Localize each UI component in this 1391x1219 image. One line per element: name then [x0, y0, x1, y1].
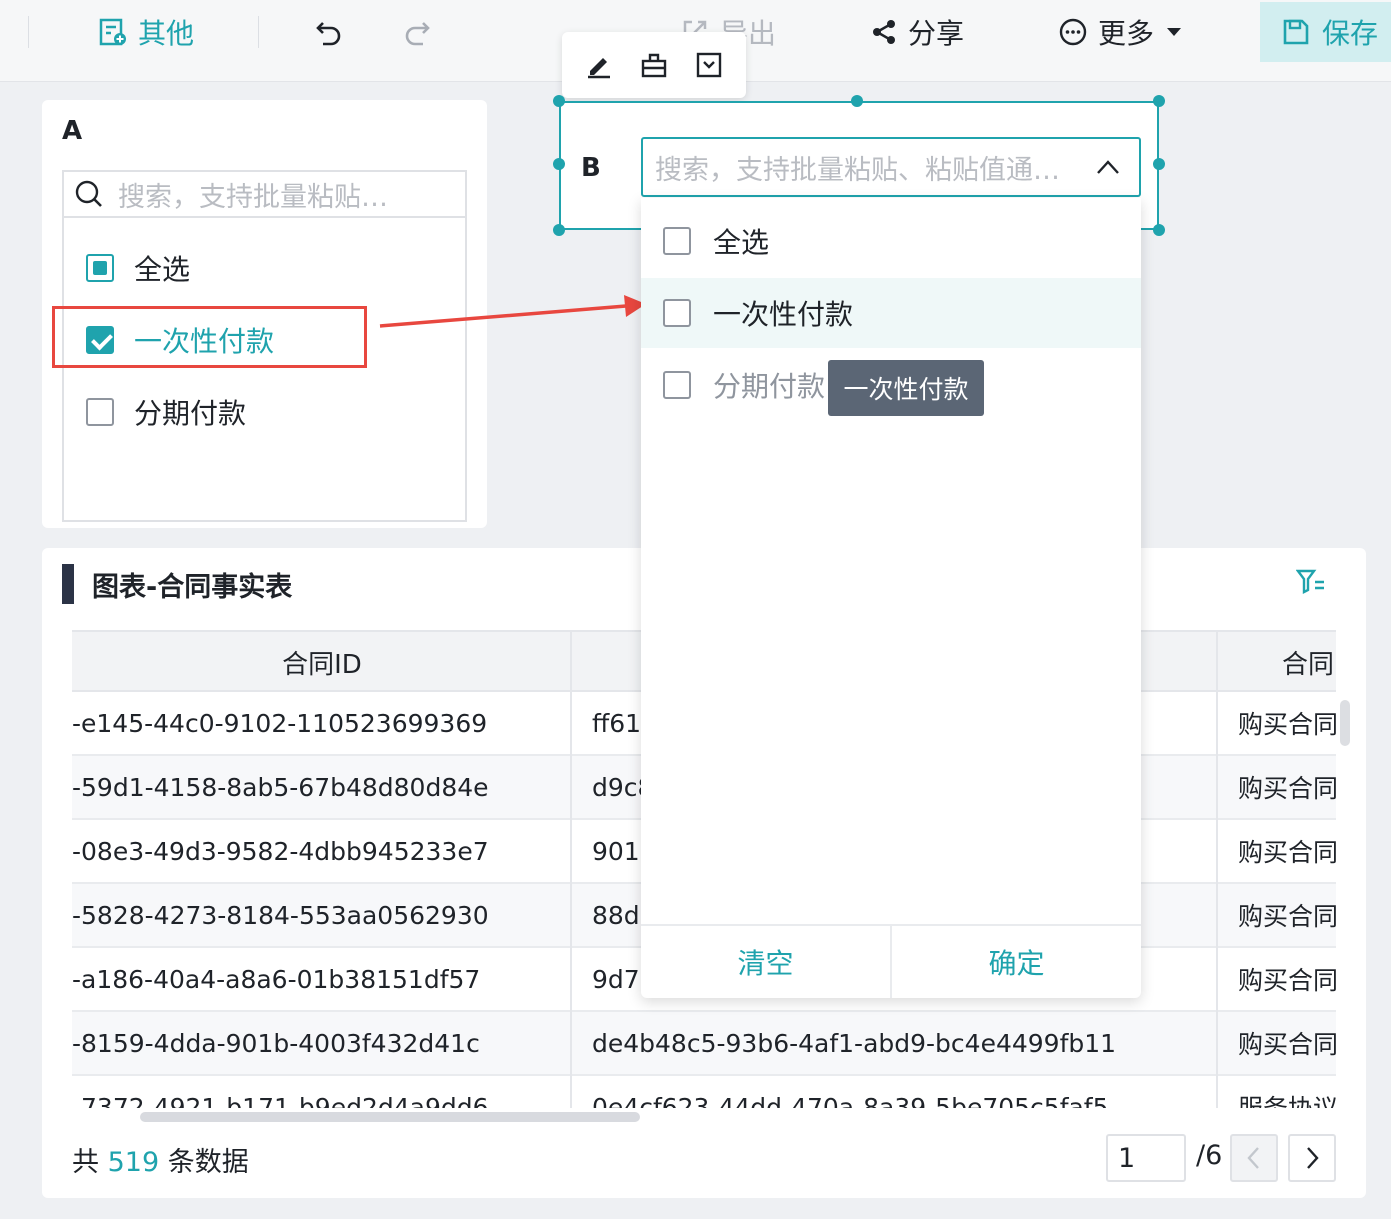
option-label: 分期付款 — [134, 397, 247, 430]
highlight-annotation-box — [52, 306, 367, 368]
more-icon — [1059, 18, 1087, 46]
annotation-arrow-icon — [379, 295, 646, 328]
cell-column-2: de4b48c5-93b6-4af1-abd9-bc4e4499fb11 — [592, 1028, 1117, 1058]
toolbar-divider — [258, 16, 259, 48]
cell-contract-type: 购买合同 — [1238, 774, 1336, 803]
redo-icon — [405, 22, 430, 46]
count-suffix: 条数据 — [167, 1147, 249, 1178]
filter-a-option-select-all[interactable]: 全选 — [86, 248, 190, 288]
checkbox-icon[interactable] — [663, 299, 691, 327]
cell-contract-type: 购买合同 — [1238, 838, 1336, 867]
filter-b-option-lump-sum[interactable]: 一次性付款 — [641, 278, 1141, 348]
page-total: /6 — [1196, 1140, 1223, 1171]
more-button[interactable]: 更多 — [1058, 10, 1184, 54]
resize-handle[interactable] — [1153, 95, 1165, 107]
checkbox-icon[interactable] — [663, 371, 691, 399]
cell-contract-id: -e145-44c0-9102-110523699369 — [72, 708, 488, 738]
cell-contract-type: 购买合同 — [1238, 1030, 1336, 1059]
more-label: 更多 — [1098, 17, 1155, 50]
horizontal-scrollbar[interactable] — [140, 1112, 640, 1122]
dropdown-footer: 清空 确定 — [641, 924, 1141, 998]
filter-a-option-installment[interactable]: 分期付款 — [86, 392, 246, 432]
cell-contract-id: -8159-4dda-901b-4003f432d41c — [72, 1028, 480, 1058]
checkbox-icon[interactable] — [663, 227, 691, 255]
page-number-input[interactable]: 1 — [1106, 1134, 1186, 1182]
cell-contract-id: -59d1-4158-8ab5-67b48d80d84e — [72, 772, 489, 802]
component-mini-toolbar — [562, 32, 746, 98]
filter-b-option-select-all[interactable]: 全选 — [641, 206, 1141, 276]
table-title-text: 图表-合同事实表 — [92, 571, 293, 603]
checkbox-icon[interactable] — [86, 398, 114, 426]
prev-page-button[interactable] — [1230, 1134, 1278, 1182]
add-component-icon — [99, 18, 126, 46]
chevron-up-icon — [1097, 160, 1119, 174]
filter-a-search-placeholder: 搜索，支持批量粘贴… — [118, 181, 388, 213]
title-accent-bar — [62, 564, 74, 604]
dropdown-box-icon[interactable] — [695, 51, 723, 79]
table-row: -8159-4dda-901b-4003f432d41c de4b48c5-93… — [72, 1012, 1336, 1076]
option-label: 分期付款 — [713, 370, 826, 403]
checkbox-partial-icon[interactable] — [86, 254, 114, 282]
option-label: 一次性付款 — [713, 298, 854, 331]
header-contract-id[interactable]: 合同ID — [72, 632, 572, 692]
next-page-button[interactable] — [1288, 1134, 1336, 1182]
resize-handle[interactable] — [851, 95, 863, 107]
cell-contract-id: -08e3-49d3-9582-4dbb945233e7 — [72, 836, 489, 866]
record-count: 共 519 条数据 — [72, 1140, 249, 1179]
cell-contract-type: 购买合同 — [1238, 966, 1336, 995]
filter-a-search[interactable]: 搜索，支持批量粘贴… — [64, 172, 465, 218]
filter-a-title: A — [62, 116, 83, 146]
save-button[interactable]: 保存 — [1260, 2, 1391, 62]
header-contract-type[interactable]: 合同 — [1218, 632, 1336, 692]
filter-b-search-placeholder: 搜索，支持批量粘贴、粘贴值通… — [655, 154, 1060, 186]
cell-contract-type: 购买合同 — [1238, 902, 1336, 931]
undo-button[interactable] — [314, 10, 344, 54]
filter-b-select[interactable]: 搜索，支持批量粘贴、粘贴值通… — [641, 137, 1141, 197]
share-label: 分享 — [908, 17, 965, 50]
count-number: 519 — [107, 1147, 160, 1178]
table-title: 图表-合同事实表 — [62, 564, 292, 604]
redo-button[interactable] — [402, 10, 432, 54]
cell-contract-type: 服务协议 — [1238, 1076, 1336, 1108]
cell-contract-id: -a186-40a4-a8a6-01b38151df57 — [72, 964, 481, 994]
undo-icon — [316, 22, 341, 46]
share-icon — [873, 20, 895, 44]
cell-contract-id: -7372-4921-b171-b9ed2d4a9dd6 — [72, 1092, 489, 1109]
cell-contract-id: -5828-4273-8184-553aa0562930 — [72, 900, 489, 930]
search-icon — [75, 180, 102, 207]
other-label: 其他 — [138, 17, 195, 50]
save-icon — [1283, 19, 1309, 45]
cell-contract-type: 购买合同 — [1238, 710, 1336, 739]
resize-handle[interactable] — [553, 224, 565, 236]
clear-button[interactable]: 清空 — [641, 926, 890, 998]
filter-b-title: B — [581, 153, 601, 183]
option-label: 全选 — [134, 253, 191, 286]
vertical-scrollbar[interactable] — [1340, 700, 1350, 746]
share-button[interactable]: 分享 — [870, 10, 964, 54]
confirm-button[interactable]: 确定 — [890, 926, 1141, 998]
option-tooltip: 一次性付款 — [828, 360, 984, 416]
style-icon[interactable] — [640, 51, 668, 79]
filter-list-icon[interactable] — [1296, 568, 1326, 596]
resize-handle[interactable] — [1153, 158, 1165, 170]
other-button[interactable]: 其他 — [98, 10, 194, 54]
column-divider — [1216, 630, 1218, 1108]
chevron-left-icon — [1247, 1147, 1259, 1169]
cell-column-2: 0e4cf623-44dd-470a-8a39-5be705c5faf5 — [592, 1092, 1109, 1109]
edit-icon[interactable] — [585, 51, 613, 79]
count-prefix: 共 — [72, 1147, 99, 1178]
column-divider — [570, 630, 572, 1108]
toolbar-divider — [28, 16, 29, 48]
caret-down-icon — [1167, 28, 1182, 36]
resize-handle[interactable] — [553, 95, 565, 107]
table-row: -7372-4921-b171-b9ed2d4a9dd6 0e4cf623-44… — [72, 1076, 1336, 1109]
filter-b-dropdown: 全选 一次性付款 分期付款 清空 确定 — [641, 198, 1141, 998]
resize-handle[interactable] — [1153, 224, 1165, 236]
resize-handle[interactable] — [553, 158, 565, 170]
chevron-right-icon — [1307, 1147, 1319, 1169]
option-label: 全选 — [713, 226, 770, 259]
save-label: 保存 — [1322, 17, 1379, 50]
